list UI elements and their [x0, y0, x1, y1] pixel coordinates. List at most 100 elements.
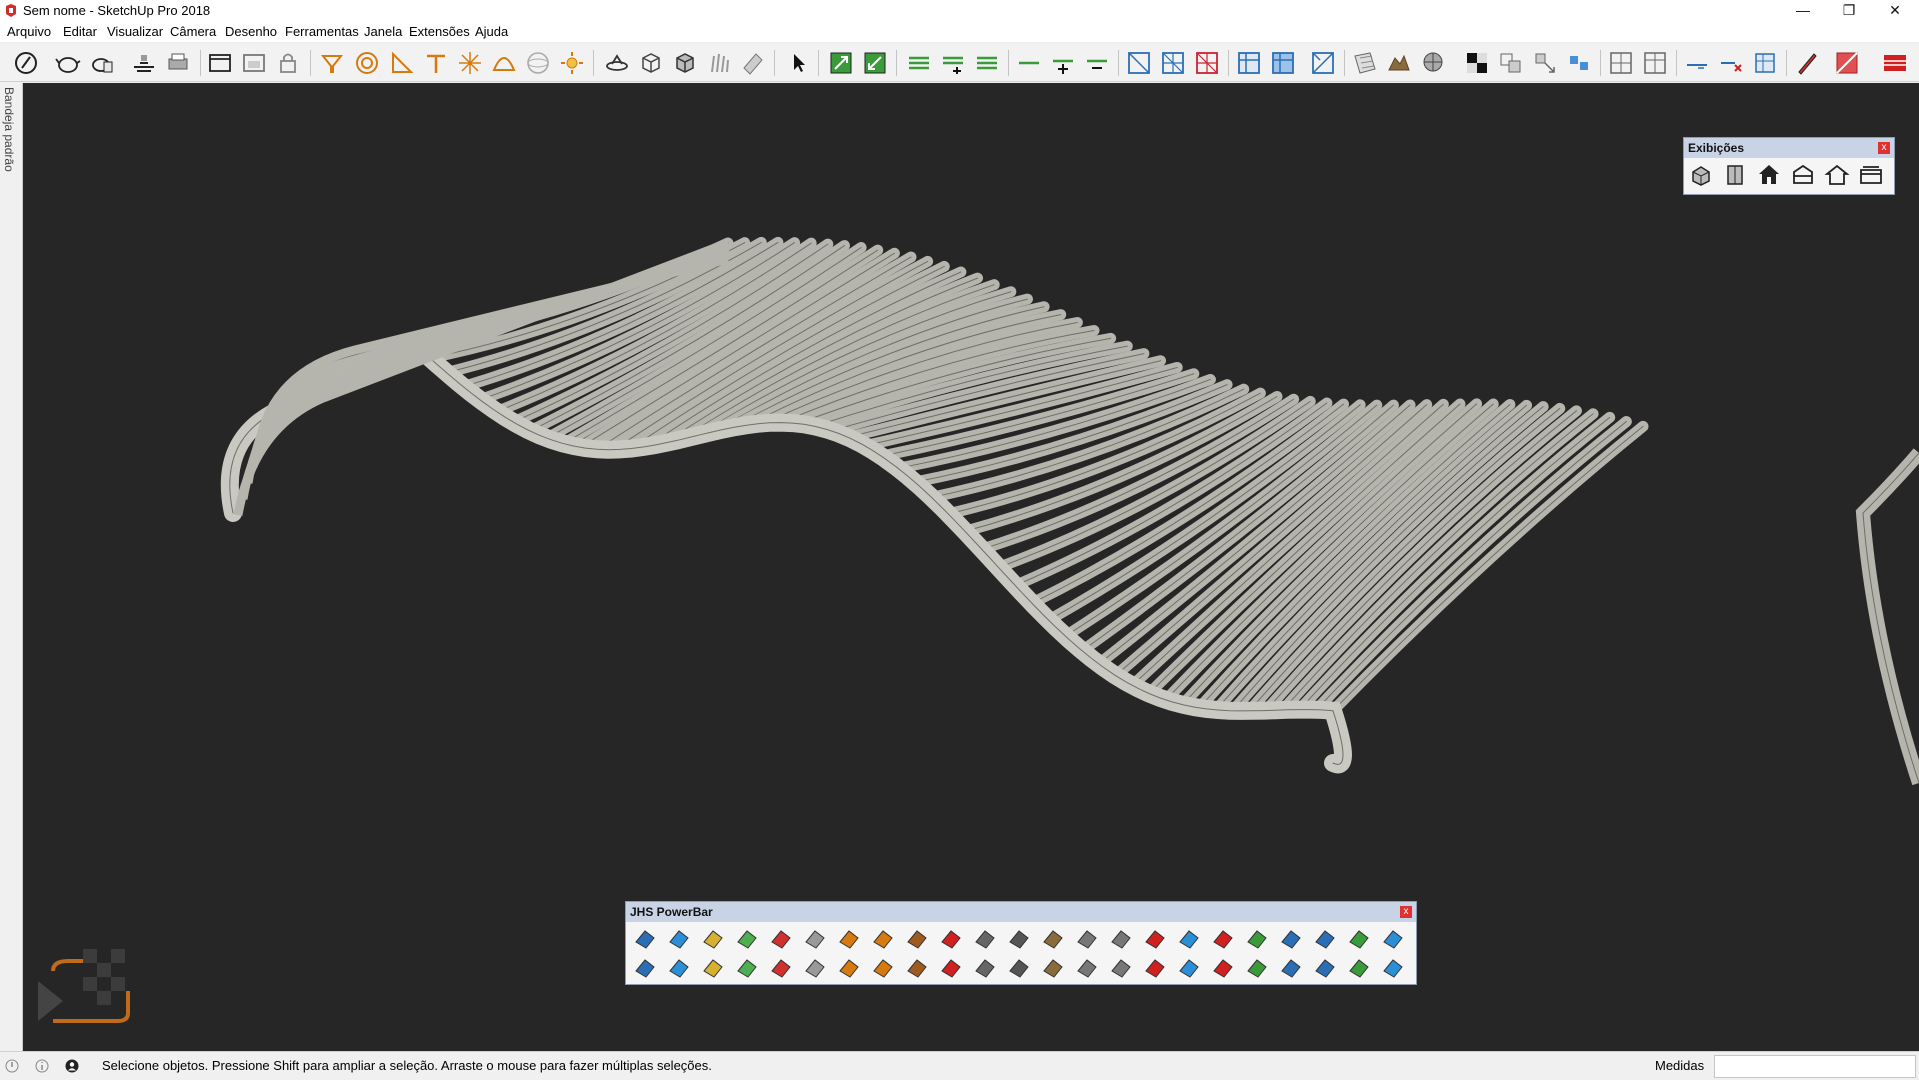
cubes-2-icon[interactable]: [972, 955, 998, 981]
sphere-mesh-icon[interactable]: [1420, 50, 1446, 76]
box-icon[interactable]: [638, 50, 664, 76]
print-icon[interactable]: [165, 50, 191, 76]
ring-arrows-icon[interactable]: [734, 955, 760, 981]
protractor-icon[interactable]: [389, 50, 415, 76]
panel-1-icon[interactable]: [1608, 50, 1634, 76]
sun-icon[interactable]: [559, 50, 585, 76]
lines-icon[interactable]: [906, 50, 932, 76]
lines-minus-icon[interactable]: [974, 50, 1000, 76]
components-icon[interactable]: [1040, 955, 1066, 981]
cone-blue-icon[interactable]: [1380, 926, 1406, 952]
cylinder-icon[interactable]: [802, 955, 828, 981]
sketchup-logo-icon[interactable]: [13, 50, 39, 76]
cross-green-icon[interactable]: [1244, 926, 1270, 952]
mesh-3-icon[interactable]: [1142, 955, 1168, 981]
home-view-icon[interactable]: [1756, 162, 1782, 188]
grid-orange-3-icon[interactable]: [1278, 955, 1304, 981]
grass-icon[interactable]: [706, 50, 732, 76]
undo-red-icon[interactable]: [836, 955, 862, 981]
puzzle-green-icon[interactable]: [870, 955, 896, 981]
measurements-input[interactable]: [1714, 1055, 1916, 1078]
lock-icon[interactable]: [275, 50, 301, 76]
component-1-icon[interactable]: [1498, 50, 1524, 76]
window-icon[interactable]: [207, 50, 233, 76]
minimize-icon[interactable]: —: [1780, 0, 1826, 22]
menu-desenho[interactable]: Desenho: [225, 24, 277, 39]
menu-visualizar[interactable]: Visualizar: [107, 24, 163, 39]
points-blue-icon[interactable]: [1176, 926, 1202, 952]
hook-icon[interactable]: [666, 955, 692, 981]
menu-extensoes[interactable]: Extensões: [409, 24, 470, 39]
restore-icon[interactable]: ❐: [1826, 0, 1872, 22]
camera-orbit-icon[interactable]: [604, 50, 630, 76]
grid-dots-icon[interactable]: [1312, 926, 1338, 952]
cross-red-icon[interactable]: [1210, 926, 1236, 952]
views-palette-close-button[interactable]: x: [1878, 142, 1890, 154]
cross-blue-icon[interactable]: [1278, 926, 1304, 952]
component-2-icon[interactable]: [1532, 50, 1558, 76]
section-plane-icon[interactable]: [131, 50, 157, 76]
cone-green-icon[interactable]: [1346, 926, 1372, 952]
face-red-icon[interactable]: [768, 926, 794, 952]
cubes-red-icon[interactable]: [938, 955, 964, 981]
panel-2-icon[interactable]: [1642, 50, 1668, 76]
table-icon[interactable]: [972, 926, 998, 952]
table-3-icon[interactable]: [1310, 50, 1336, 76]
curve-dots-icon[interactable]: [1346, 955, 1372, 981]
menu-ajuda[interactable]: Ajuda: [475, 24, 508, 39]
table-1-icon[interactable]: [1236, 50, 1262, 76]
lines-plus-icon[interactable]: [940, 50, 966, 76]
right-view-icon[interactable]: [1790, 162, 1816, 188]
circle-icon[interactable]: [354, 50, 380, 76]
powerbar-header[interactable]: JHS PowerBar x: [626, 902, 1416, 922]
left-view-icon[interactable]: [1858, 162, 1884, 188]
section-red-icon[interactable]: [1834, 50, 1860, 76]
face-outline-icon[interactable]: [802, 926, 828, 952]
texture-icon[interactable]: [1352, 50, 1378, 76]
panel-grid-icon[interactable]: [1380, 955, 1406, 981]
pen-icon[interactable]: [1794, 50, 1820, 76]
grid-orange-icon[interactable]: [1210, 955, 1236, 981]
text-pin-icon[interactable]: [423, 50, 449, 76]
flag-icon[interactable]: [1006, 926, 1032, 952]
close-points-icon[interactable]: [1312, 955, 1338, 981]
mesh-2-icon[interactable]: [1108, 955, 1134, 981]
red-ribbon-icon[interactable]: [1882, 50, 1908, 76]
arc-shell-icon[interactable]: [491, 50, 517, 76]
gem-icon[interactable]: [1006, 955, 1032, 981]
tray-label[interactable]: Bandeja padrão: [2, 87, 16, 172]
close-icon[interactable]: ✕: [1872, 0, 1918, 22]
layout-icon[interactable]: [1752, 50, 1778, 76]
paint-bucket-icon[interactable]: [319, 50, 345, 76]
triangle-icon[interactable]: [632, 955, 658, 981]
box-brown-icon[interactable]: [1040, 926, 1066, 952]
user-account-icon[interactable]: [65, 1059, 79, 1073]
grid-3-icon[interactable]: [1194, 50, 1220, 76]
window-tab-icon[interactable]: [241, 50, 267, 76]
pencil-ruler-icon[interactable]: [740, 50, 766, 76]
front-view-icon[interactable]: [1722, 162, 1748, 188]
square-red-icon[interactable]: [938, 926, 964, 952]
face-green-icon[interactable]: [734, 926, 760, 952]
table-2-icon[interactable]: [1270, 50, 1296, 76]
dimension-icon[interactable]: [1684, 50, 1710, 76]
face-blue-red-icon[interactable]: [632, 926, 658, 952]
menu-editar[interactable]: Editar: [63, 24, 97, 39]
scale-down-icon[interactable]: [862, 50, 888, 76]
info-icon[interactable]: [35, 1059, 49, 1073]
points-red-icon[interactable]: [1142, 926, 1168, 952]
grid-1-icon[interactable]: [1126, 50, 1152, 76]
transform-icon[interactable]: [904, 955, 930, 981]
iso-view-icon[interactable]: [1688, 162, 1714, 188]
hook-2-icon[interactable]: [700, 955, 726, 981]
sphere-icon[interactable]: [525, 50, 551, 76]
line-minus-icon[interactable]: [1084, 50, 1110, 76]
box-shaded-icon[interactable]: [672, 50, 698, 76]
curve-tool-icon[interactable]: [1108, 926, 1134, 952]
mesh-1-icon[interactable]: [1074, 955, 1100, 981]
line-icon[interactable]: [1016, 50, 1042, 76]
mesh-4-icon[interactable]: [1176, 955, 1202, 981]
select-arrow-icon[interactable]: [786, 50, 812, 76]
arch-icon[interactable]: [870, 926, 896, 952]
menu-arquivo[interactable]: Arquivo: [7, 24, 51, 39]
